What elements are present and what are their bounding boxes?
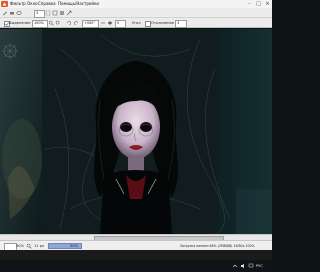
rotate-left-icon[interactable] (66, 20, 72, 26)
menu-help[interactable]: Справка (38, 1, 56, 7)
status-bar: 50% 11 px 50% Загрузка памяти:48% (2MB/8… (0, 240, 272, 251)
selection-label: Выделение (9, 21, 31, 25)
transform-icon[interactable] (66, 10, 72, 16)
brush-size-field[interactable]: 3 (34, 10, 45, 18)
window-bottom-edge (0, 250, 272, 260)
menu-settings[interactable]: Помощь/Настройки (58, 1, 99, 7)
memory-info: Загрузка памяти:48% (2MB/8B) 19/80x 100% (180, 244, 255, 248)
zoom-out-icon[interactable] (55, 20, 61, 26)
menu-window[interactable]: Окно (27, 1, 38, 7)
deselect-icon[interactable] (52, 10, 58, 16)
brush-tool-icon[interactable] (2, 10, 8, 16)
tool-properties-bar: Выделение 100% +000° 0 Угол Отклонение 3 (0, 18, 272, 28)
stabilizer-label: Отклонение (151, 21, 175, 25)
zoom-field[interactable]: 100% (32, 20, 48, 28)
tool-options-bar: 3 (0, 8, 272, 18)
lasso-tool-icon[interactable] (16, 10, 22, 16)
minimize-icon[interactable]: – (245, 0, 254, 8)
network-icon[interactable] (248, 263, 254, 269)
app-logo-icon (1, 1, 8, 7)
close-icon[interactable]: × (263, 0, 272, 8)
menu-bar: Фильтр Окно Справка Помощь/Настройки – □… (0, 0, 272, 8)
window-controls: – □ × (245, 0, 272, 8)
up-arrow-icon[interactable] (232, 263, 238, 269)
artwork (0, 29, 272, 234)
eraser-tool-icon[interactable] (9, 10, 15, 16)
zoom-percent-a: 50% (16, 244, 24, 248)
taskbar: РУС (0, 260, 272, 272)
drawing-canvas[interactable] (0, 29, 272, 234)
menu-filter[interactable]: Фильтр (10, 1, 26, 7)
language-indicator[interactable]: РУС (256, 263, 263, 269)
zoom-in-icon[interactable] (48, 20, 54, 26)
brush-size-readout: 11 px (34, 244, 45, 248)
select-all-icon[interactable] (45, 10, 51, 16)
flip-horizontal-icon[interactable] (107, 20, 113, 26)
zoom-percent-b: 50% (70, 244, 78, 248)
stabilizer-field[interactable]: 3 (175, 20, 187, 28)
maximize-icon[interactable]: □ (254, 0, 263, 8)
speaker-icon[interactable] (240, 263, 246, 269)
rotate-right-icon[interactable] (73, 20, 79, 26)
invert-selection-icon[interactable] (59, 10, 65, 16)
flow-field[interactable]: 0 (115, 20, 126, 28)
reset-angle-icon[interactable] (100, 20, 106, 26)
zoom-icon[interactable] (26, 243, 32, 249)
angle-field[interactable]: +000° (82, 20, 99, 28)
flip-label: Угол (132, 21, 141, 25)
